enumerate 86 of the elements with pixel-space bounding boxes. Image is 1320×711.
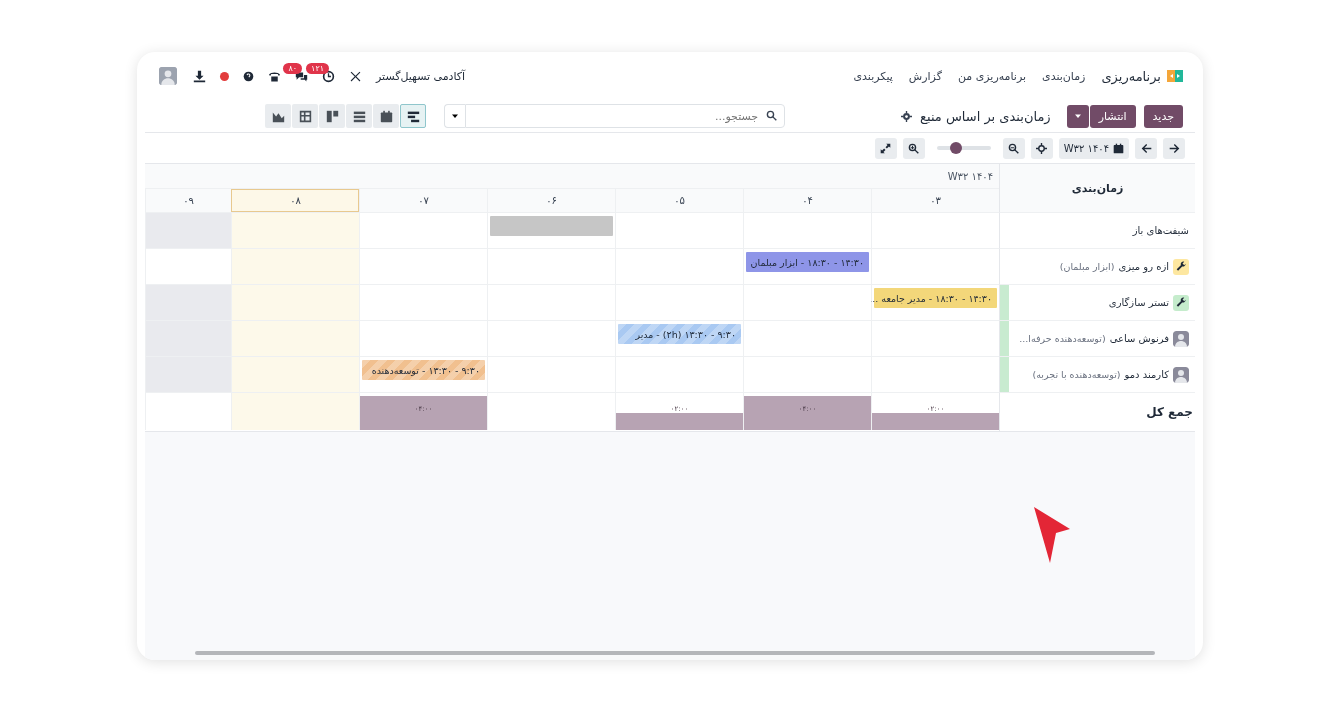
grid-icon — [298, 109, 312, 123]
gantt-cell[interactable] — [359, 212, 487, 248]
zoom-in-button[interactable] — [902, 137, 925, 159]
zoom-out-button[interactable] — [1002, 137, 1025, 159]
resource-name: فرنوش ساعی — [1109, 333, 1169, 344]
week-label: W۳۲ ۱۴۰۴ — [145, 164, 999, 189]
gantt-icon — [406, 109, 420, 123]
publish-button[interactable]: انتشار — [1089, 104, 1136, 128]
shift-bar[interactable]: ۱۴:۳۰ - ۱۸:۳۰ - ابزار مبلمان — [746, 252, 869, 272]
resource-role: (ابزار مبلمان) — [1059, 261, 1115, 272]
previous-button[interactable] — [1135, 137, 1157, 159]
gantt-cell[interactable]: ۱۴:۳۰ - ۱۸:۳۰ - مدیر جامعه ... — [871, 284, 999, 320]
period-button[interactable]: W۳۲ ۱۴۰۴ — [1058, 137, 1129, 159]
gantt-cell[interactable] — [871, 248, 999, 284]
gantt-cell[interactable] — [871, 356, 999, 392]
caret-icon — [1073, 112, 1082, 120]
day-header: ۰۷ — [359, 189, 487, 212]
publish-dropdown[interactable] — [1066, 104, 1089, 128]
view-switch-button[interactable] — [346, 104, 373, 128]
resource-name: کارمند دمو — [1124, 369, 1169, 380]
resource-role: (توسعه‌دهنده حرفه‌ا... — [1019, 333, 1106, 344]
view-switch-button[interactable] — [373, 104, 400, 128]
message-badge: ۸۰ — [283, 62, 302, 74]
day-header: ۰۹ — [145, 189, 231, 212]
arrow-left-icon — [1140, 142, 1152, 154]
day-header: ۰۴ — [743, 189, 871, 212]
list-icon — [352, 109, 366, 123]
unavailable-cell[interactable] — [145, 212, 231, 248]
day-header: ۰۶ — [487, 189, 615, 212]
activity-badge: ۱۲۱ — [306, 62, 329, 74]
gantt-cell[interactable]: ۱۴:۳۰ - ۱۸:۳۰ - ابزار مبلمان — [743, 248, 871, 284]
next-button[interactable] — [1163, 137, 1185, 159]
clock-icon — [322, 69, 335, 83]
zoom-in-icon — [908, 142, 920, 154]
slider-thumb[interactable] — [949, 142, 962, 154]
app-logo-icon — [1167, 68, 1183, 84]
arrow-right-icon — [1168, 142, 1180, 154]
column-header: زمان‌بندی — [999, 164, 1195, 212]
record-icon[interactable] — [220, 71, 229, 81]
gantt-cell[interactable] — [487, 212, 615, 248]
day-header: ۰۵ — [615, 189, 743, 212]
resource-name: شیفت‌های باز — [1132, 225, 1189, 236]
new-button[interactable]: جدید — [1143, 104, 1183, 128]
shift-bar[interactable]: ۹:۳۰ - ۱۳:۳۰ (۲h) - مدیر — [618, 324, 741, 344]
gantt-cell[interactable] — [871, 212, 999, 248]
gantt-cell[interactable]: ۹:۳۰ - ۱۳:۳۰ (۲h) - مدیر — [615, 320, 743, 356]
resource-name: ازه رو میزی — [1118, 261, 1169, 272]
menu-item[interactable]: برنامه‌ریزی من — [957, 69, 1027, 83]
calendar-icon — [379, 109, 393, 123]
avatar-icon — [1173, 330, 1189, 347]
phone-icon — [268, 69, 281, 83]
search-options-button[interactable] — [444, 104, 466, 128]
view-title: زمان‌بندی بر اساس منبع — [920, 108, 1051, 124]
user-avatar[interactable] — [159, 67, 177, 85]
shift-bar[interactable] — [490, 216, 613, 236]
kanban-icon — [325, 109, 339, 123]
view-switch-button[interactable] — [400, 104, 427, 128]
search-field[interactable]: جستجو... — [465, 104, 786, 128]
help-icon — [243, 70, 254, 82]
focus-button[interactable] — [1030, 137, 1053, 159]
app-name[interactable]: برنامه‌ریزی — [1101, 68, 1161, 84]
gantt-cell[interactable] — [871, 320, 999, 356]
avatar-icon — [1173, 366, 1189, 383]
menu-item[interactable]: گزارش — [908, 69, 942, 83]
menu-item[interactable]: پیکربندی — [853, 69, 893, 83]
resource-role: (توسعه‌دهنده با تجربه) — [1032, 369, 1121, 380]
menu-item[interactable]: زمان‌بندی — [1042, 69, 1086, 83]
zoom-out-icon — [1008, 142, 1020, 154]
gantt-cell[interactable]: ۹:۳۰ - ۱۳:۳۰ - توسعه‌دهنده — [359, 356, 487, 392]
shift-bar[interactable]: ۹:۳۰ - ۱۳:۳۰ - توسعه‌دهنده — [362, 360, 485, 380]
caret-icon — [451, 112, 460, 120]
view-switch-button[interactable] — [265, 104, 292, 128]
resource-name: تستر سازگاری — [1108, 297, 1169, 308]
day-header: ۰۳ — [871, 189, 999, 212]
expand-icon — [880, 142, 892, 154]
calendar-icon — [1113, 142, 1124, 154]
gantt-cell[interactable] — [231, 212, 359, 248]
view-switch-button[interactable] — [319, 104, 346, 128]
crosshair-icon — [1036, 142, 1048, 154]
day-header: ۰۸ — [231, 189, 359, 212]
company-name[interactable]: آکادمی تسهیل‌گستر — [376, 69, 466, 83]
download-icon — [193, 69, 206, 83]
view-switch-button[interactable] — [292, 104, 319, 128]
scrollbar[interactable] — [195, 651, 1155, 655]
expand-button[interactable] — [874, 137, 897, 159]
search-icon — [766, 110, 778, 121]
